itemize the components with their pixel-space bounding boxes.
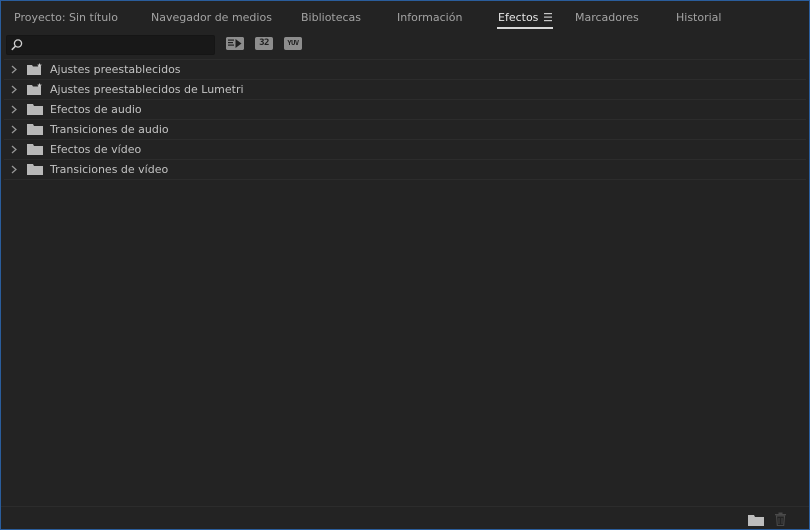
chevron-right-icon[interactable] (10, 65, 18, 74)
tab-info[interactable]: Información (397, 10, 462, 26)
preset-folder-icon (27, 83, 42, 95)
folder-label: Ajustes preestablecidos (50, 63, 181, 76)
folder-icon (27, 144, 43, 155)
search-icon (11, 39, 23, 51)
list-item[interactable]: Transiciones de vídeo (4, 159, 806, 180)
panel-tab-bar: Proyecto: Sin título Navegador de medios… (1, 1, 809, 31)
effects-toolbar: 32 YUV (1, 32, 809, 58)
search-field[interactable] (6, 35, 215, 55)
chevron-right-icon[interactable] (10, 165, 18, 174)
list-item[interactable]: Efectos de vídeo (4, 139, 806, 159)
folder-label: Efectos de audio (50, 103, 142, 116)
tab-effects[interactable]: Efectos (498, 10, 538, 26)
folder-label: Transiciones de vídeo (50, 163, 169, 176)
tab-project[interactable]: Proyecto: Sin título (14, 10, 118, 26)
tab-history[interactable]: Historial (676, 10, 721, 26)
chevron-right-icon[interactable] (10, 125, 18, 134)
32bit-icon: 32 (259, 38, 269, 48)
yuv-icon: YUV (287, 39, 299, 47)
list-item[interactable]: Efectos de audio (4, 99, 806, 119)
32bit-effects-button[interactable]: 32 (255, 37, 273, 50)
effects-panel: Proyecto: Sin título Navegador de medios… (0, 0, 810, 530)
folder-icon (27, 104, 43, 115)
list-item[interactable]: Ajustes preestablecidos de Lumetri (4, 79, 806, 99)
chevron-right-icon[interactable] (10, 145, 18, 154)
list-item[interactable]: Transiciones de audio (4, 119, 806, 139)
active-tab-indicator (497, 27, 553, 29)
preset-folder-icon (27, 63, 42, 75)
folder-label: Ajustes preestablecidos de Lumetri (50, 83, 244, 96)
accelerated-effects-icon (226, 37, 244, 50)
tab-media-browser[interactable]: Navegador de medios (151, 10, 272, 26)
effects-folder-list: Ajustes preestablecidos Ajustes preestab… (4, 59, 806, 180)
folder-icon (27, 124, 43, 135)
folder-label: Efectos de vídeo (50, 143, 142, 156)
new-bin-icon[interactable] (748, 514, 764, 526)
tab-markers[interactable]: Marcadores (575, 10, 639, 26)
hamburger-menu-icon[interactable] (543, 11, 553, 23)
accelerated-effects-button[interactable] (226, 37, 244, 50)
search-input[interactable] (25, 37, 211, 52)
panel-bottom-bar (1, 506, 809, 530)
chevron-right-icon[interactable] (10, 85, 18, 94)
yuv-effects-button[interactable]: YUV (284, 37, 302, 50)
folder-icon (27, 164, 43, 175)
trash-icon[interactable] (774, 512, 787, 526)
list-item[interactable]: Ajustes preestablecidos (4, 59, 806, 79)
tab-libraries[interactable]: Bibliotecas (301, 10, 361, 26)
chevron-right-icon[interactable] (10, 105, 18, 114)
folder-label: Transiciones de audio (50, 123, 169, 136)
